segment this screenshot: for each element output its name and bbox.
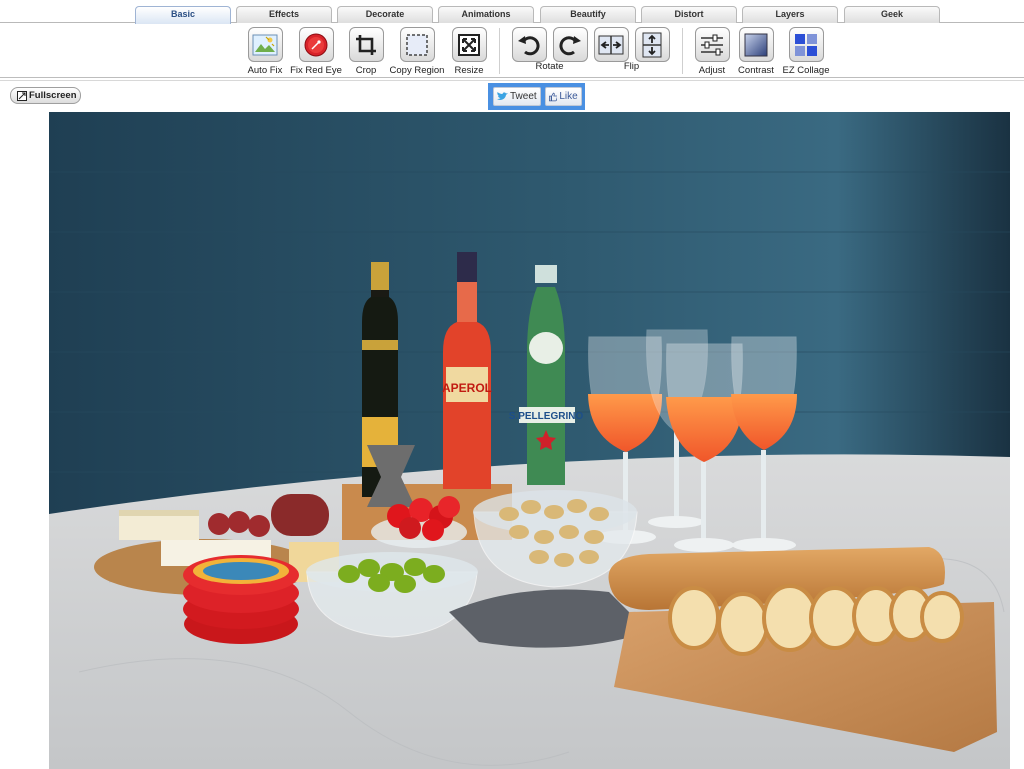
red-bowls [183,555,299,644]
tab-animations[interactable]: Animations [438,6,534,23]
tab-basic[interactable]: Basic [135,6,231,24]
tab-distort[interactable]: Distort [641,6,737,23]
separator [682,28,683,74]
fullscreen-icon [17,90,27,101]
flip-horizontal-icon [593,27,629,62]
separator [499,28,500,74]
fix-red-eye-label: Fix Red Eye [290,65,342,76]
cheese [119,512,199,540]
copy-region-label: Copy Region [389,65,445,76]
like-button[interactable]: Like [544,87,582,106]
toolbar-divider [0,77,1024,78]
fix-red-eye-button[interactable]: Fix Red Eye [290,27,342,76]
pellegrino-label: S.PELLEGRINO [509,411,584,422]
adjust-sliders-icon [694,27,730,62]
tab-beautify[interactable]: Beautify [540,6,636,23]
ez-collage-button[interactable]: EZ Collage [782,27,830,76]
thumbs-up-icon [548,92,558,101]
copy-region-icon [399,27,435,62]
twitter-bird-icon [497,92,508,100]
resize-icon [451,27,487,62]
collage-grid-icon [788,27,824,62]
fullscreen-button[interactable]: Fullscreen [10,87,81,104]
contrast-label: Contrast [738,65,774,76]
red-eye-icon [298,27,334,62]
tab-layers[interactable]: Layers [742,6,838,23]
rotate-left-icon [511,27,547,62]
resize-button[interactable]: Resize [451,27,487,76]
adjust-label: Adjust [698,65,726,76]
tab-bar: Basic Effects Decorate Animations Beauti… [0,0,1024,24]
ez-collage-label: EZ Collage [782,65,830,76]
contrast-button[interactable]: Contrast [736,27,776,76]
crop-label: Crop [355,65,377,76]
copy-region-button[interactable]: Copy Region [388,27,446,76]
crop-button[interactable]: Crop [348,27,384,76]
tab-effects[interactable]: Effects [236,6,332,23]
tweet-button[interactable]: Tweet [493,87,541,106]
contrast-icon [738,27,774,62]
social-share-bar: Tweet Like [488,83,585,110]
flip-label: Flip [623,61,640,72]
auto-fix-button[interactable]: Auto Fix [245,27,285,76]
auto-fix-label: Auto Fix [247,65,283,76]
tool-bar: Auto Fix Fix Red Eye Crop Copy Region Re… [0,24,1024,77]
photo-canvas[interactable]: APEROL S.PELLEGRINO [49,112,1010,769]
toolbar-divider [0,80,1024,81]
rotate-right-icon [552,27,588,62]
crop-icon [348,27,384,62]
adjust-button[interactable]: Adjust [693,27,731,76]
auto-fix-icon [247,27,283,62]
tab-decorate[interactable]: Decorate [337,6,433,23]
aperol-label: APEROL [442,381,492,395]
tweet-label: Tweet [510,91,537,102]
flip-vertical-icon [634,27,670,62]
tab-geek[interactable]: Geek [844,6,940,23]
rotate-label: Rotate [535,61,564,72]
fullscreen-label: Fullscreen [29,90,77,101]
photo: APEROL S.PELLEGRINO [49,112,1010,769]
like-label: Like [559,91,578,102]
resize-label: Resize [454,65,484,76]
